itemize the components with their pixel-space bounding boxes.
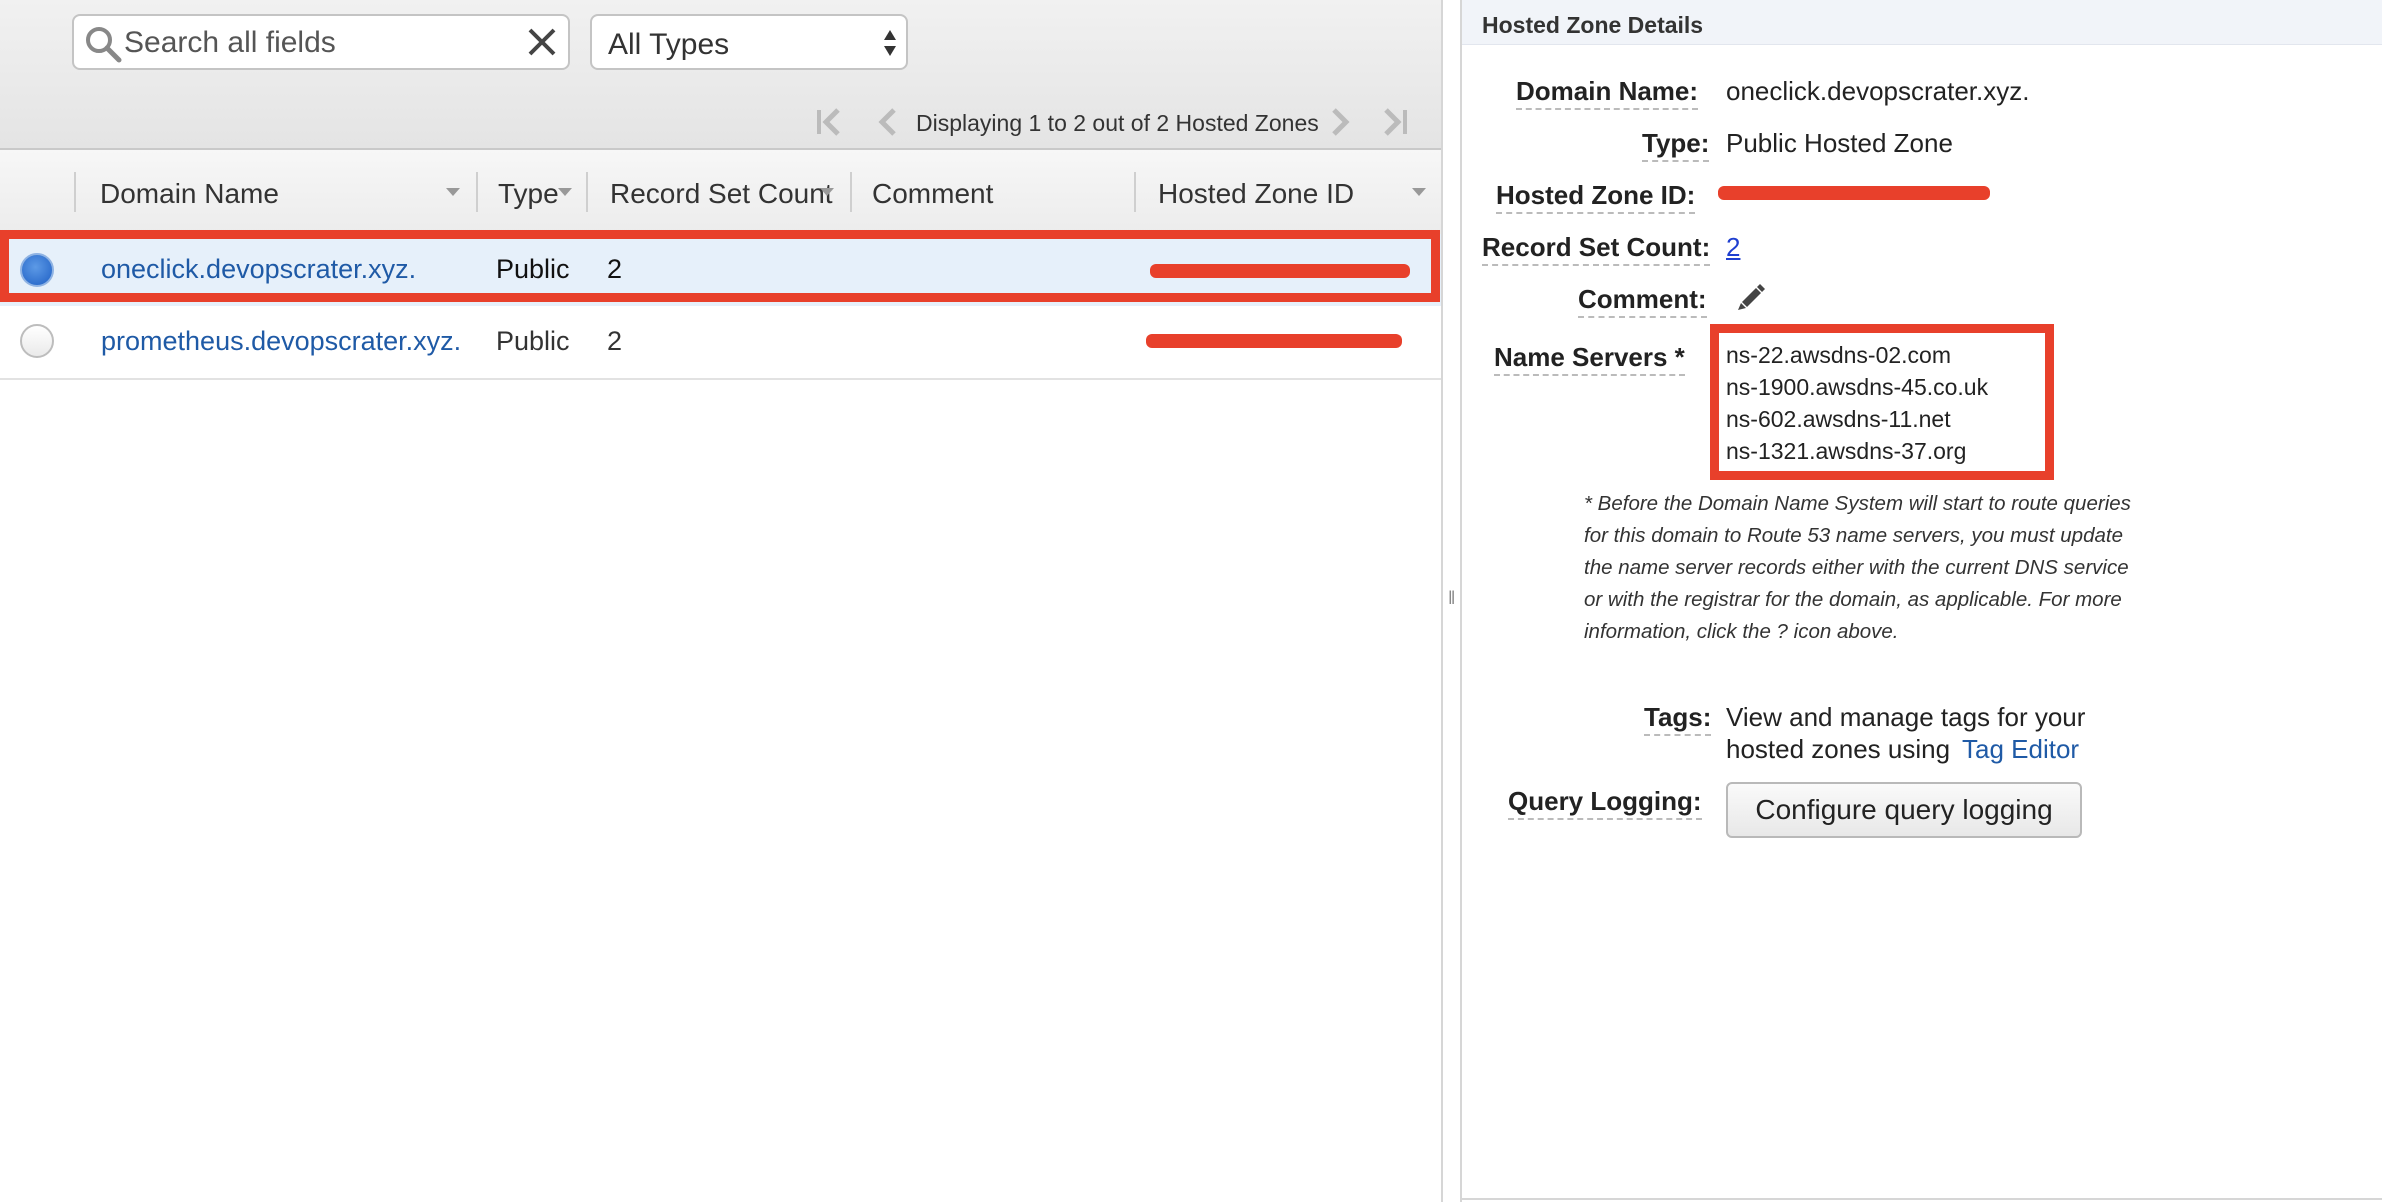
last-page-icon[interactable]	[1376, 104, 1412, 140]
search-icon	[86, 27, 122, 63]
query-logging-label: Query Logging:	[1508, 786, 1702, 820]
comment-label: Comment:	[1578, 284, 1707, 318]
search-input[interactable]	[122, 24, 506, 62]
column-header-domain-name[interactable]: Domain Name	[100, 178, 279, 210]
tags-text: hosted zones using	[1726, 734, 1951, 764]
column-header-hosted-zone-id[interactable]: Hosted Zone ID	[1158, 178, 1354, 210]
column-separator	[74, 172, 76, 212]
type-filter-value: All Types	[608, 28, 730, 61]
domain-name-value: oneclick.devopscrater.xyz.	[1726, 76, 2030, 106]
configure-query-logging-button[interactable]: Configure query logging	[1726, 782, 2082, 838]
tag-editor-link[interactable]: Tag Editor	[1962, 734, 2079, 765]
type-filter-select[interactable]: All Types	[590, 14, 908, 70]
record-set-count-cell: 2	[607, 326, 623, 356]
name-servers-label: Name Servers *	[1494, 342, 1685, 376]
sort-arrow-icon[interactable]	[820, 188, 834, 196]
column-separator	[1134, 172, 1136, 212]
name-servers-note: * Before the Domain Name System will sta…	[1584, 492, 2131, 643]
search-box[interactable]	[72, 14, 570, 70]
highlight-annotation	[1710, 324, 2054, 480]
column-separator	[586, 172, 588, 212]
first-page-icon[interactable]	[812, 104, 848, 140]
tags-label: Tags:	[1644, 702, 1712, 736]
column-separator	[850, 172, 852, 212]
column-separator	[476, 172, 478, 212]
row-radio-unselected[interactable]	[20, 324, 54, 358]
previous-page-icon[interactable]	[870, 104, 906, 140]
hosted-zone-id-label: Hosted Zone ID:	[1496, 180, 1696, 214]
domain-name-link[interactable]: prometheus.devopscrater.xyz.	[101, 326, 461, 357]
type-value: Public Hosted Zone	[1726, 128, 1953, 158]
record-set-count-link[interactable]: 2	[1726, 232, 1740, 263]
pager-status: Displaying 1 to 2 out of 2 Hosted Zones	[916, 110, 1319, 136]
details-title: Hosted Zone Details	[1482, 12, 1704, 38]
sort-arrow-icon[interactable]	[1412, 188, 1426, 196]
column-header-record-set-count[interactable]: Record Set Count	[610, 178, 833, 210]
select-arrows-icon	[884, 30, 896, 56]
highlight-annotation	[0, 230, 1440, 302]
column-header-type[interactable]: Type	[498, 178, 559, 210]
next-page-icon[interactable]	[1322, 104, 1358, 140]
splitter-grip-icon[interactable]: ‖	[1448, 588, 1455, 609]
sort-arrow-icon[interactable]	[558, 188, 572, 196]
record-set-count-label: Record Set Count:	[1482, 232, 1711, 266]
clear-search-icon[interactable]	[526, 26, 558, 58]
edit-pencil-icon[interactable]	[1736, 282, 1766, 312]
pane-bottom-border	[1462, 1198, 2382, 1200]
sort-arrow-icon[interactable]	[446, 188, 460, 196]
domain-name-label: Domain Name:	[1516, 76, 1699, 110]
tags-text: View and manage tags for your	[1726, 702, 2086, 732]
redacted-hosted-zone-id	[1146, 334, 1402, 348]
type-label: Type:	[1642, 128, 1710, 162]
type-cell: Public	[496, 326, 570, 356]
redacted-hosted-zone-id	[1718, 186, 1990, 200]
column-header-comment[interactable]: Comment	[872, 178, 993, 210]
